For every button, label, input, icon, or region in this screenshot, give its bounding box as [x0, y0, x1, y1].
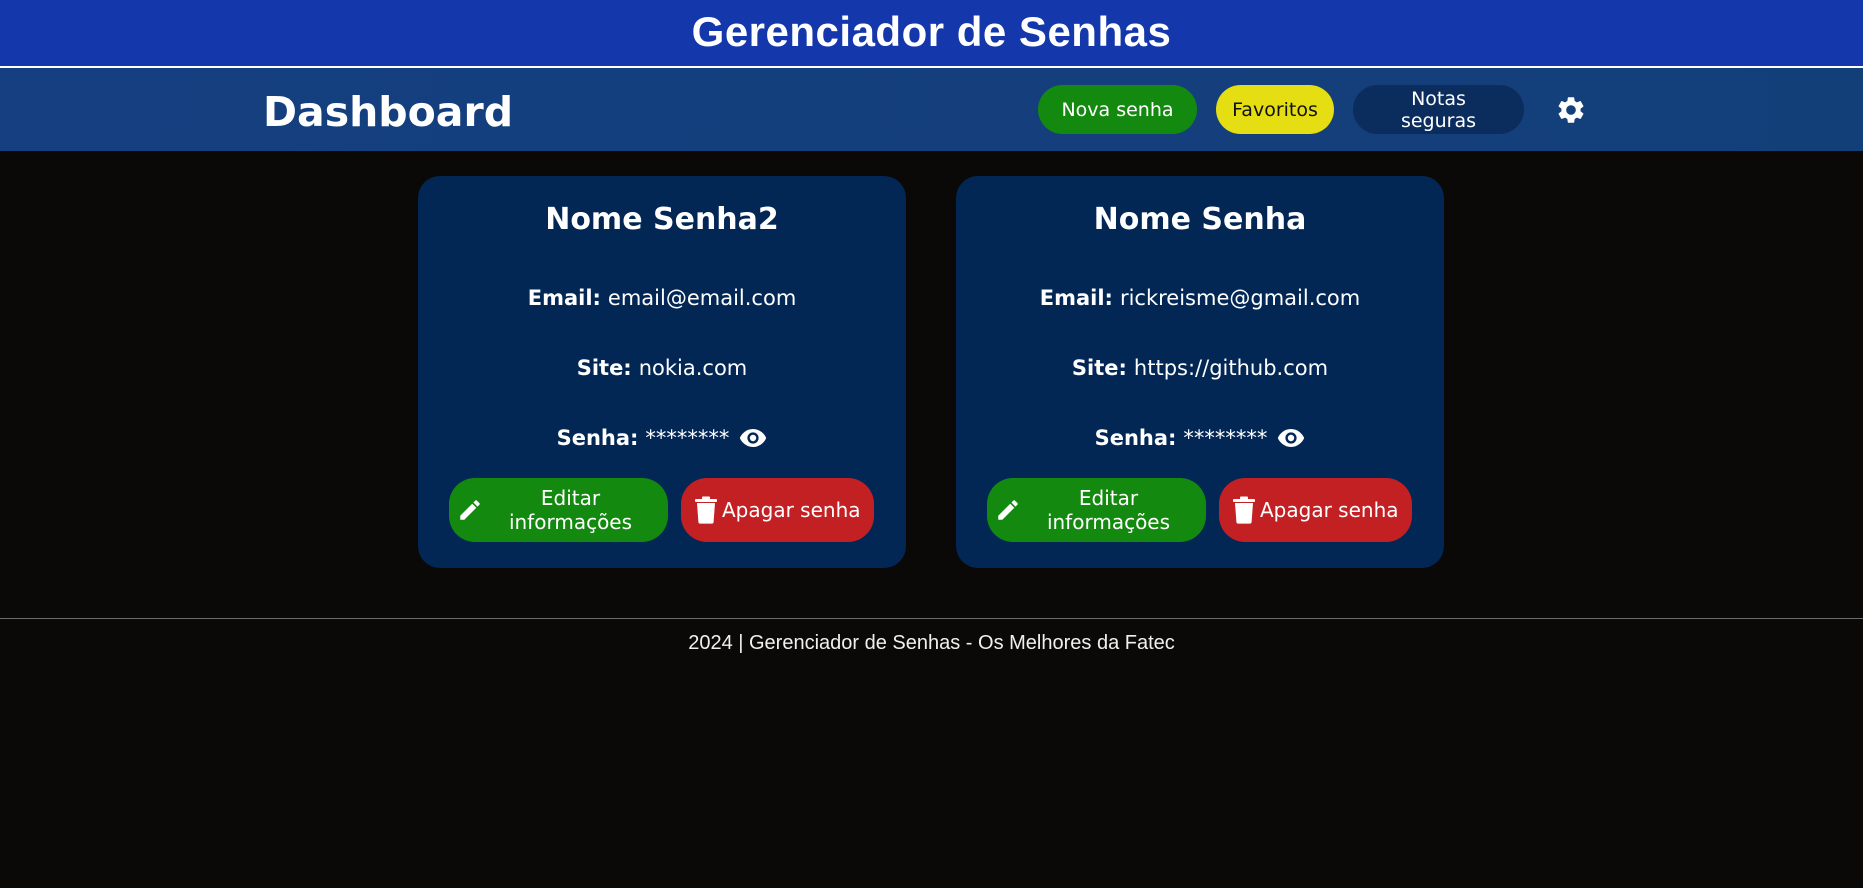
card-actions: Editar informações Apagar senha [987, 478, 1412, 542]
trash-icon [694, 496, 718, 524]
password-label: Senha: [1094, 426, 1177, 450]
delete-password-label: Apagar senha [722, 498, 861, 522]
password-label: Senha: [556, 426, 639, 450]
gear-icon[interactable] [1555, 94, 1587, 126]
email-label: Email: [1039, 286, 1113, 310]
site-row: Site: https://github.com [956, 356, 1444, 380]
eye-icon[interactable] [739, 428, 767, 448]
site-label: Site: [576, 356, 632, 380]
email-value: rickreisme@gmail.com [1119, 286, 1361, 310]
edit-info-label: Editar informações [508, 486, 633, 534]
password-card: Nome Senha2 Email: email@email.com Site:… [418, 176, 906, 568]
delete-password-button[interactable]: Apagar senha [1219, 478, 1412, 542]
email-row: Email: email@email.com [418, 286, 906, 310]
email-row: Email: rickreisme@gmail.com [956, 286, 1444, 310]
email-value: email@email.com [607, 286, 797, 310]
site-value: nokia.com [638, 356, 748, 380]
card-actions: Editar informações Apagar senha [449, 478, 874, 542]
site-value: https://github.com [1133, 356, 1329, 380]
password-card: Nome Senha Email: rickreisme@gmail.com S… [956, 176, 1444, 568]
pencil-icon [995, 497, 1021, 523]
card-title: Nome Senha [1093, 202, 1307, 237]
app-title: Gerenciador de Senhas [691, 8, 1172, 55]
pencil-icon [457, 497, 483, 523]
new-password-button[interactable]: Nova senha [1038, 85, 1197, 134]
dashboard-bar: Dashboard Nova senha Favoritos Notas seg… [0, 68, 1863, 151]
footer-text: 2024 | Gerenciador de Senhas - Os Melhor… [688, 632, 1175, 654]
password-row: Senha: ******** [956, 426, 1444, 450]
email-label: Email: [527, 286, 601, 310]
password-value: ******** [1183, 426, 1268, 450]
favorites-button[interactable]: Favoritos [1216, 85, 1334, 134]
trash-icon [1232, 496, 1256, 524]
page-title: Dashboard [263, 88, 514, 136]
delete-password-label: Apagar senha [1260, 498, 1399, 522]
password-row: Senha: ******** [418, 426, 906, 450]
edit-info-label: Editar informações [1046, 486, 1171, 534]
password-cards: Nome Senha2 Email: email@email.com Site:… [418, 176, 1444, 568]
app-header: Gerenciador de Senhas [0, 0, 1863, 68]
site-row: Site: nokia.com [418, 356, 906, 380]
edit-info-button[interactable]: Editar informações [449, 478, 668, 542]
delete-password-button[interactable]: Apagar senha [681, 478, 874, 542]
password-value: ******** [645, 426, 730, 450]
edit-info-button[interactable]: Editar informações [987, 478, 1206, 542]
eye-icon[interactable] [1277, 428, 1305, 448]
secure-notes-button[interactable]: Notas seguras [1353, 85, 1524, 134]
site-label: Site: [1071, 356, 1127, 380]
dashboard-nav: Nova senha Favoritos Notas seguras [1038, 85, 1587, 134]
card-title: Nome Senha2 [545, 202, 779, 237]
footer: 2024 | Gerenciador de Senhas - Os Melhor… [0, 618, 1863, 655]
